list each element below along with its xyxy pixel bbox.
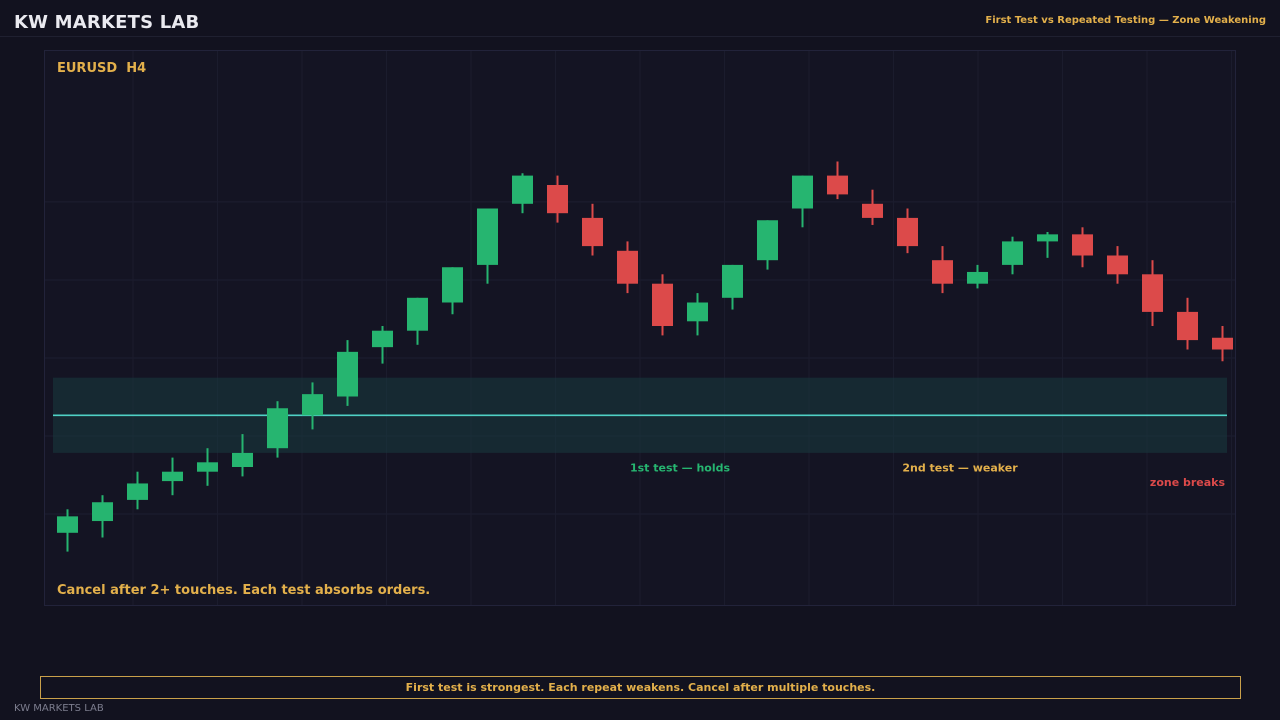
candle-body-bullish bbox=[337, 351, 358, 397]
candle-body-bullish bbox=[512, 175, 533, 204]
candle-body-bearish bbox=[547, 185, 568, 214]
candle-body-bearish bbox=[862, 203, 883, 218]
chart-note: Cancel after 2+ touches. Each test absor… bbox=[57, 583, 431, 598]
candle-body-bullish bbox=[407, 297, 428, 331]
candle-body-bullish bbox=[792, 175, 813, 209]
annotation-label: 1st test — holds bbox=[630, 462, 731, 475]
candle-body-bearish bbox=[617, 250, 638, 284]
candle-body-bullish bbox=[442, 267, 463, 303]
chart-panel: 1st test — holds 2nd test — weaker zone br… bbox=[44, 50, 1236, 606]
candle-body-bullish bbox=[372, 330, 393, 348]
candle-body-bullish bbox=[197, 462, 218, 472]
header-divider bbox=[0, 36, 1280, 37]
brand-title: KW MARKETS LAB bbox=[14, 12, 200, 33]
candle-body-bearish bbox=[652, 283, 673, 326]
candle-body-bullish bbox=[232, 452, 253, 467]
candle-body-bullish bbox=[302, 394, 323, 416]
candle-body-bullish bbox=[1002, 241, 1023, 265]
candle-body-bearish bbox=[1107, 255, 1128, 275]
candle-body-bullish bbox=[757, 220, 778, 261]
candle-body-bullish bbox=[477, 208, 498, 265]
candle-body-bullish bbox=[162, 471, 183, 482]
candle-body-bearish bbox=[582, 217, 603, 247]
candle-body-bearish bbox=[932, 260, 953, 284]
chart-subtitle: First Test vs Repeated Testing — Zone We… bbox=[985, 15, 1266, 26]
candle-body-bullish bbox=[127, 483, 148, 500]
chart-title: EURUSD H4 bbox=[57, 61, 147, 76]
candle-body-bearish bbox=[1142, 274, 1163, 312]
candle-body-bearish bbox=[1072, 234, 1093, 256]
candle-body-bullish bbox=[267, 408, 288, 449]
footer-message: First test is strongest. Each repeat wea… bbox=[40, 676, 1241, 699]
candle-body-bullish bbox=[92, 502, 113, 522]
candle-body-bullish bbox=[1037, 234, 1058, 242]
candle-body-bullish bbox=[687, 302, 708, 322]
annotation-label: zone breaks bbox=[1150, 476, 1226, 489]
candle-body-bearish bbox=[827, 175, 848, 195]
candle-body-bearish bbox=[1177, 311, 1198, 341]
candle-body-bullish bbox=[722, 264, 743, 298]
candlestick-chart: 1st test — holds 2nd test — weaker zone br… bbox=[45, 51, 1235, 605]
footer-brand: KW MARKETS LAB bbox=[14, 703, 104, 714]
candle-body-bearish bbox=[1212, 337, 1233, 350]
annotation-label: 2nd test — weaker bbox=[902, 462, 1018, 475]
candle-body-bullish bbox=[57, 516, 78, 533]
candle-body-bullish bbox=[967, 271, 988, 284]
candle-body-bearish bbox=[897, 217, 918, 247]
